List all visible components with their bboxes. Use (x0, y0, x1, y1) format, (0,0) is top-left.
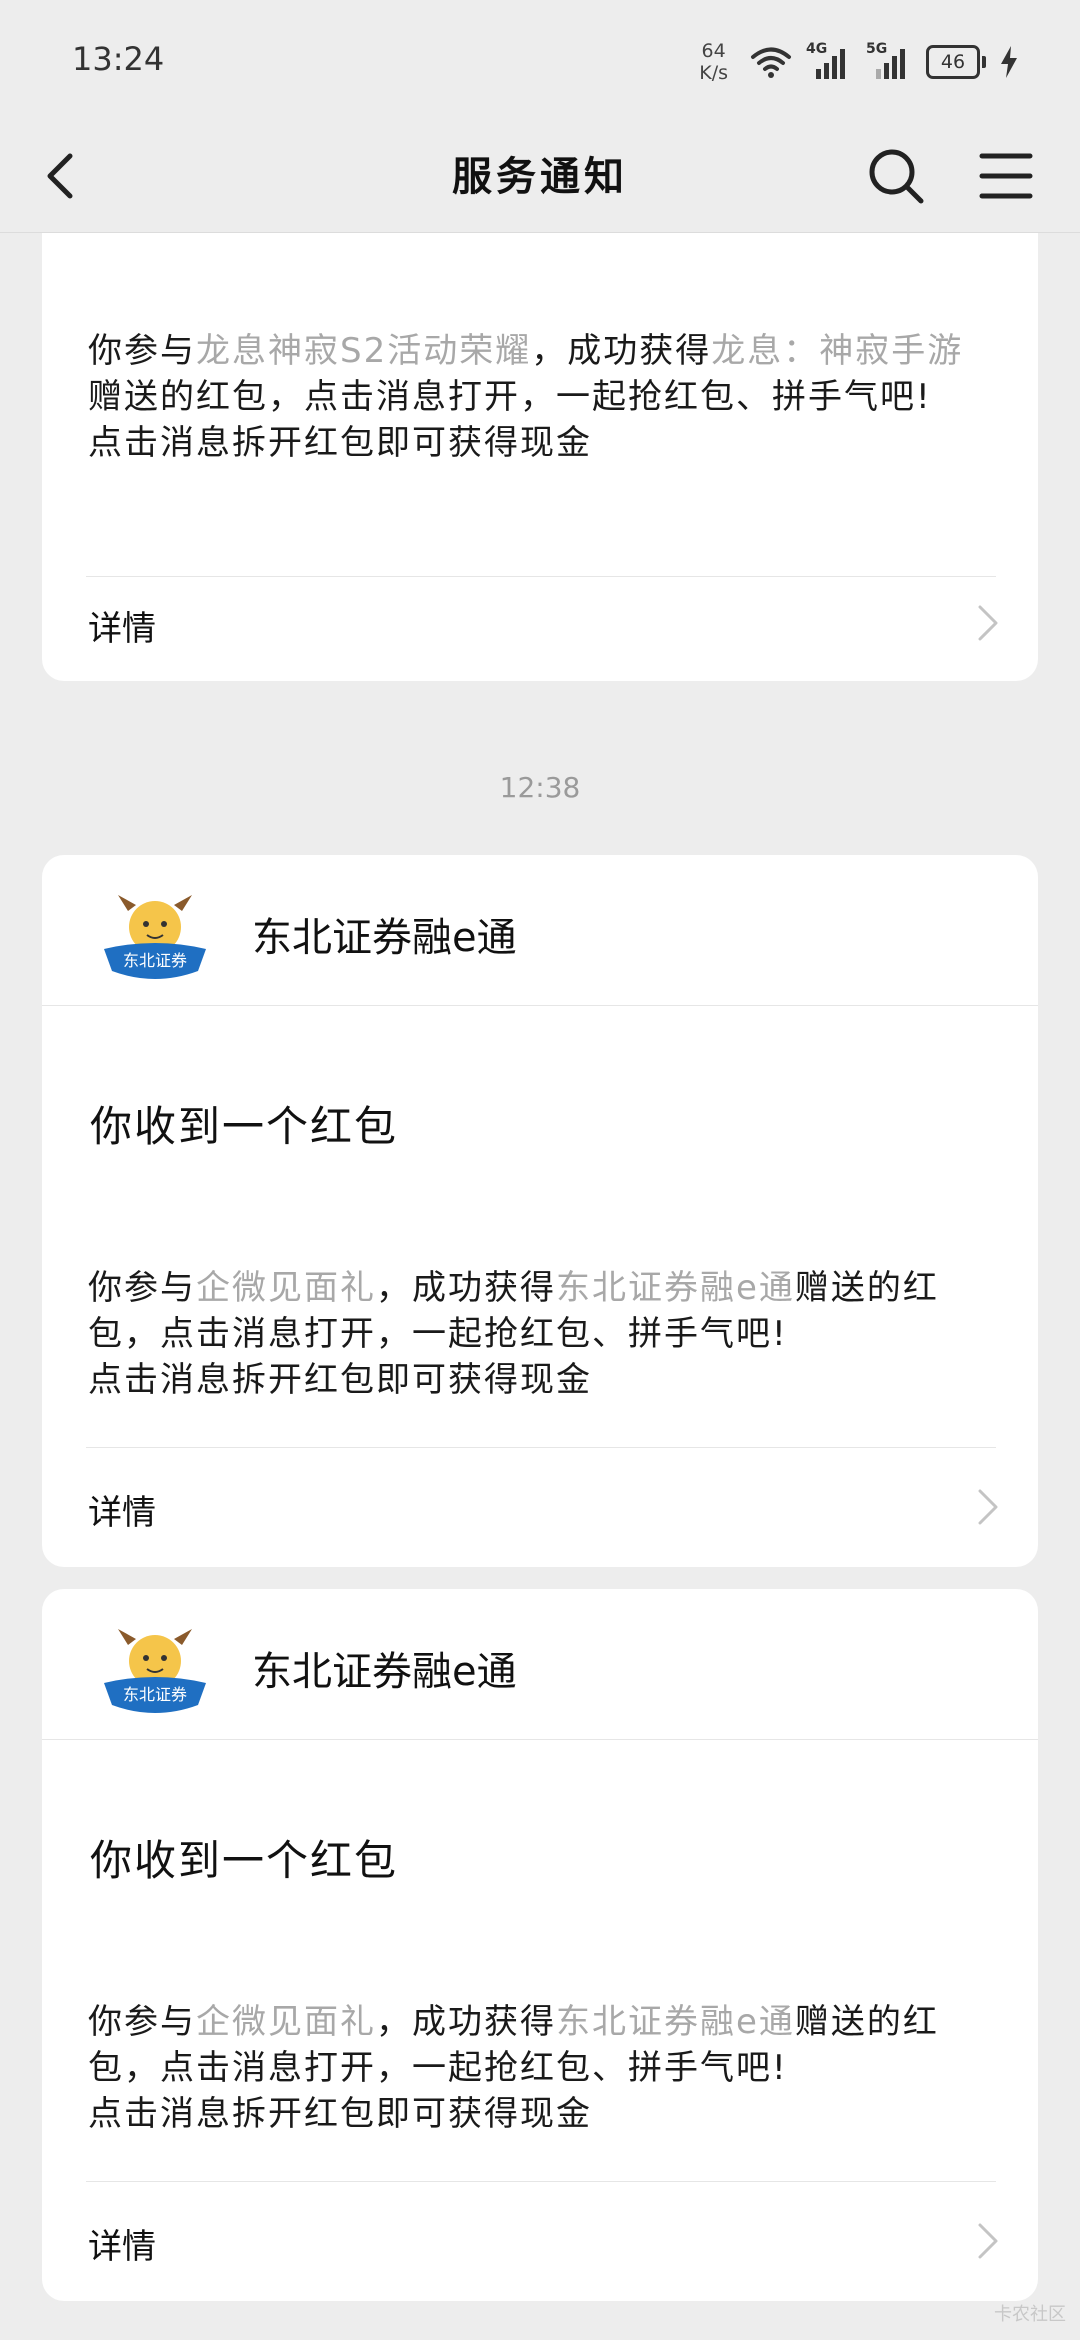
sender-name: 东北证券融e通 (252, 1649, 517, 1695)
sender-logo-icon: 东北证券 (104, 1629, 206, 1713)
charging-icon (1001, 46, 1017, 78)
sender-name-inline: 东北证券融e通 (556, 2002, 795, 2042)
message-text: ，成功获得 (531, 331, 712, 371)
activity-name: 企微见面礼 (196, 1268, 376, 1308)
network-speed-unit: K/s (699, 62, 728, 84)
watermark: 卡农社区 (994, 2304, 1066, 2325)
chevron-right-icon (978, 1489, 998, 1525)
card-title: 你收到一个红包 (90, 1836, 399, 1885)
detail-label: 详情 (88, 2227, 156, 2267)
battery-level: 46 (926, 45, 980, 79)
wifi-icon (751, 47, 791, 78)
card-message: 你参与企微见面礼，成功获得东北证券融e通赠送的红包，点击消息打开，一起抢红包、拼… (88, 1265, 998, 1403)
battery-cap (982, 56, 986, 68)
notification-card[interactable]: 东北证券 东北证券融e通 你收到一个红包 你参与企微见面礼，成功获得东北证券融e… (42, 1589, 1038, 2301)
card-message: 你参与企微见面礼，成功获得东北证券融e通赠送的红包，点击消息打开，一起抢红包、拼… (88, 1999, 998, 2137)
time-separator: 12:38 (499, 771, 581, 804)
menu-icon[interactable] (978, 148, 1034, 204)
search-icon[interactable] (866, 146, 926, 206)
sender-name: 东北证券融e通 (252, 915, 517, 961)
detail-row[interactable]: 详情 (42, 563, 1038, 681)
message-text: 你参与 (88, 331, 196, 371)
signal-4g-label: 4G (806, 41, 828, 57)
chevron-right-icon (978, 2223, 998, 2259)
status-time: 13:24 (72, 40, 165, 78)
activity-name: 龙息神寂S2活动荣耀 (196, 331, 532, 371)
message-text: 你参与 (88, 2002, 196, 2042)
sender-name-inline: 龙息：神寂手游 (711, 331, 964, 371)
signal-4g: 4G (806, 41, 852, 79)
message-hint: 点击消息拆开红包即可获得现金 (88, 1360, 592, 1400)
message-text: ，成功获得 (376, 1268, 556, 1308)
chevron-right-icon (978, 605, 998, 641)
card-title: 你收到一个红包 (90, 1102, 399, 1151)
message-hint: 点击消息拆开红包即可获得现金 (88, 423, 592, 463)
detail-label: 详情 (88, 609, 156, 649)
signal-5g-label: 5G (866, 41, 888, 57)
network-speed-value: 64 (701, 40, 726, 62)
card-message: 你参与龙息神寂S2活动荣耀，成功获得龙息：神寂手游赠送的红包，点击消息打开，一起… (88, 328, 998, 466)
detail-label: 详情 (88, 1493, 156, 1533)
card-header[interactable]: 东北证券 东北证券融e通 (42, 1589, 1038, 1740)
logo-text: 东北证券 (123, 951, 187, 970)
logo-text: 东北证券 (123, 1685, 187, 1704)
status-icons: 64 K/s 4G 5G 46 (699, 34, 1018, 90)
network-speed: 64 K/s (699, 40, 728, 84)
activity-name: 企微见面礼 (196, 2002, 376, 2042)
notification-card[interactable]: 东北证券 东北证券融e通 你收到一个红包 你参与企微见面礼，成功获得东北证券融e… (42, 855, 1038, 1567)
message-text: 赠送的红包，点击消息打开，一起抢红包、拼手气吧! (88, 377, 932, 417)
status-bar: 13:24 64 K/s 4G 5G 46 (0, 0, 1080, 120)
detail-row[interactable]: 详情 (42, 1447, 1038, 1567)
message-hint: 点击消息拆开红包即可获得现金 (88, 2094, 592, 2134)
notification-card[interactable]: 你参与龙息神寂S2活动荣耀，成功获得龙息：神寂手游赠送的红包，点击消息打开，一起… (42, 233, 1038, 681)
detail-row[interactable]: 详情 (42, 2181, 1038, 2301)
sender-logo-icon: 东北证券 (104, 895, 206, 979)
battery-indicator: 46 (926, 45, 986, 79)
message-text: 你参与 (88, 1268, 196, 1308)
message-text: ，成功获得 (376, 2002, 556, 2042)
notification-feed[interactable]: 你参与龙息神寂S2活动荣耀，成功获得龙息：神寂手游赠送的红包，点击消息打开，一起… (0, 233, 1080, 2340)
sender-name-inline: 东北证券融e通 (556, 1268, 795, 1308)
nav-bar: 服务通知 (0, 120, 1080, 233)
signal-5g: 5G (866, 41, 912, 79)
card-header[interactable]: 东北证券 东北证券融e通 (42, 855, 1038, 1006)
